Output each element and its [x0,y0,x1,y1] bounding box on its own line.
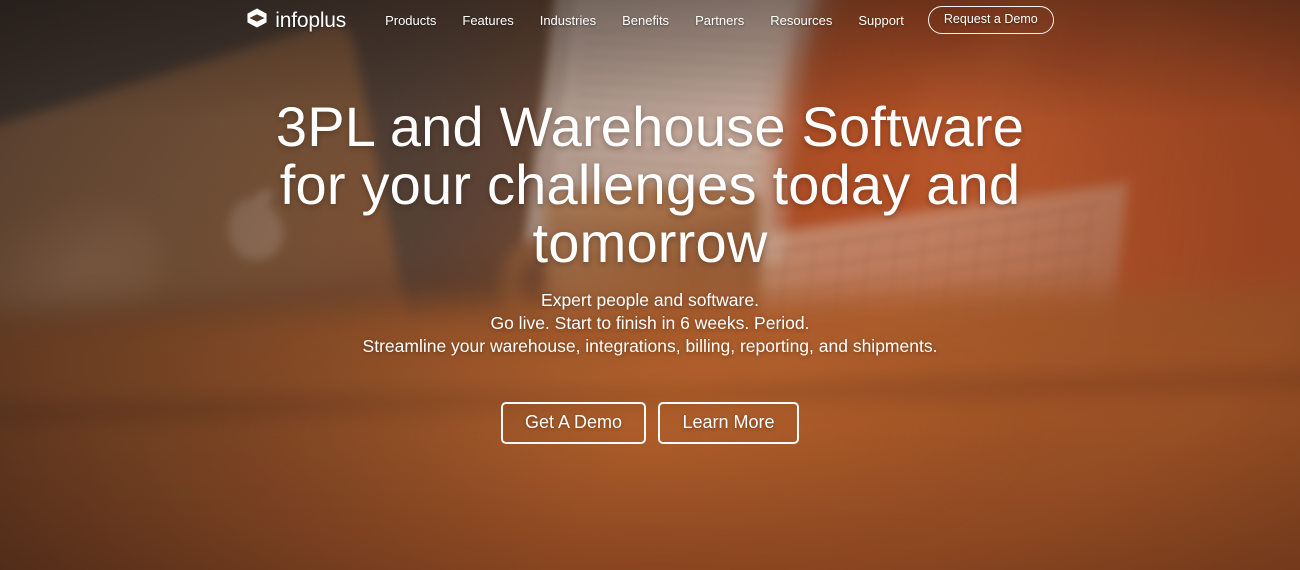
nav-item-partners[interactable]: Partners [682,14,757,27]
hero-subtitle-line-2: Go live. Start to finish in 6 weeks. Per… [490,312,810,333]
navigation-inner: infoplus Products Features Industries Be… [246,6,1054,34]
hero-cta-group: Get A Demo Learn More [500,401,800,444]
brand-name: infoplus [275,8,347,32]
main-navigation: infoplus Products Features Industries Be… [0,0,1300,40]
hexagon-cube-icon [246,7,268,34]
hero-section: infoplus Products Features Industries Be… [0,0,1300,570]
hero-subtitle: Expert people and software. Go live. Sta… [363,289,938,358]
nav-item-features[interactable]: Features [449,14,526,27]
nav-item-resources[interactable]: Resources [757,14,845,27]
request-demo-button[interactable]: Request a Demo [927,6,1054,34]
hero-subtitle-line-3: Streamline your warehouse, integrations,… [362,335,938,356]
nav-item-support[interactable]: Support [845,14,917,27]
get-a-demo-button[interactable]: Get A Demo [500,401,647,444]
navigation-links: Products Features Industries Benefits Pa… [372,14,917,27]
nav-item-industries[interactable]: Industries [527,14,609,27]
learn-more-button[interactable]: Learn More [658,401,800,444]
hero-subtitle-line-1: Expert people and software. [541,289,759,310]
nav-item-benefits[interactable]: Benefits [609,14,682,27]
hero-headline: 3PL and Warehouse Software for your chal… [275,95,1025,275]
hero-content: 3PL and Warehouse Software for your chal… [0,95,1300,444]
nav-item-products[interactable]: Products [372,14,449,27]
brand-logo-link[interactable]: infoplus [246,7,346,34]
